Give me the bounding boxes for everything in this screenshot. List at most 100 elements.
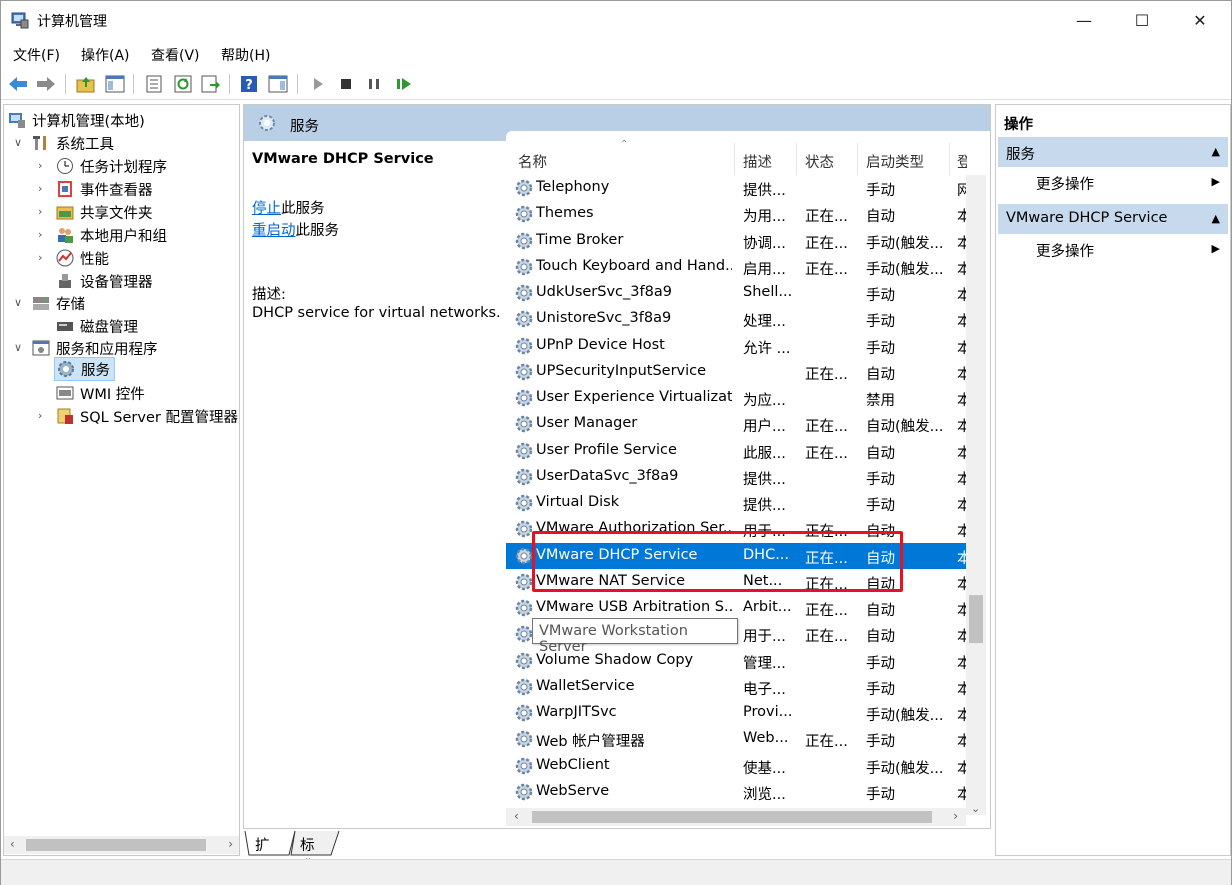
service-startup-type-cell: 自动(触发... xyxy=(866,419,944,436)
service-row[interactable]: UnistoreSvc_3f8a9处理...手动本 xyxy=(506,306,978,332)
service-status-cell: 正在... xyxy=(805,419,848,436)
maximize-button[interactable]: ☐ xyxy=(1113,1,1171,39)
services-horizontal-scrollbar[interactable]: ‹ › xyxy=(506,808,966,826)
tree-root[interactable]: 计算机管理(本地) xyxy=(8,109,145,131)
show-action-pane-button[interactable] xyxy=(267,73,289,95)
chevron-down-icon[interactable]: ∨ xyxy=(14,136,22,149)
column-header-logon[interactable]: 登 xyxy=(957,147,967,175)
pause-service-button[interactable] xyxy=(363,73,385,95)
column-header-startup-type[interactable]: 启动类型 xyxy=(866,147,924,175)
export-list-button[interactable] xyxy=(200,73,222,95)
scroll-thumb[interactable] xyxy=(969,595,983,643)
refresh-button[interactable] xyxy=(172,73,194,95)
menu-help[interactable]: 帮助(H) xyxy=(221,45,270,65)
stop-service-button[interactable] xyxy=(335,73,357,95)
back-button[interactable] xyxy=(7,73,29,95)
minimize-button[interactable]: — xyxy=(1055,1,1113,39)
more-actions-services[interactable]: 更多操作 xyxy=(1036,173,1094,194)
service-row[interactable]: UPnP Device Host允许 ...手动本 xyxy=(506,333,978,359)
tab-standard[interactable]: 标准 xyxy=(300,831,315,875)
start-service-button[interactable] xyxy=(307,73,329,95)
tree-item-disk-management[interactable]: 磁盘管理 xyxy=(56,315,138,337)
menu-view[interactable]: 查看(V) xyxy=(151,45,200,65)
scroll-right-icon[interactable]: › xyxy=(953,809,958,823)
scroll-thumb[interactable] xyxy=(532,811,932,823)
scroll-right-icon[interactable]: › xyxy=(228,837,233,851)
scroll-thumb[interactable] xyxy=(26,839,206,851)
service-row[interactable]: User Manager用户...正在...自动(触发...本 xyxy=(506,411,978,437)
service-row[interactable]: Touch Keyboard and Hand... 启用... 正在... 手动(触… xyxy=(506,254,978,280)
restart-service-button[interactable] xyxy=(393,73,415,95)
forward-button[interactable] xyxy=(35,73,57,95)
actions-section-vmware-dhcp[interactable]: VMware DHCP Service ▲ xyxy=(998,204,1228,234)
shared-folder-icon xyxy=(56,203,74,221)
toolbar-separator xyxy=(133,74,134,94)
column-divider[interactable] xyxy=(796,143,797,175)
service-description-cell: 提供... xyxy=(743,498,786,514)
service-row[interactable]: WalletService电子...手动本 xyxy=(506,674,978,700)
chevron-right-icon[interactable]: › xyxy=(38,228,42,241)
tree-item-event-viewer[interactable]: 事件查看器 xyxy=(56,178,153,200)
service-row[interactable]: Virtual Disk提供...手动本 xyxy=(506,490,978,516)
service-row[interactable]: User Experience Virtualizat...为应...禁用本 xyxy=(506,385,978,411)
gear-icon xyxy=(514,441,534,461)
chevron-right-icon[interactable]: › xyxy=(38,182,42,195)
help-button[interactable]: ? xyxy=(238,73,260,95)
chevron-down-icon[interactable]: ∨ xyxy=(14,296,22,309)
column-header-status[interactable]: 状态 xyxy=(805,147,834,175)
chevron-down-icon[interactable]: ∨ xyxy=(14,341,22,354)
more-actions-vmware-dhcp[interactable]: 更多操作 xyxy=(1036,240,1094,261)
show-hide-tree-button[interactable] xyxy=(104,73,126,95)
up-folder-button[interactable] xyxy=(75,73,97,95)
tree-item-shared-folders[interactable]: 共享文件夹 xyxy=(56,201,153,223)
stop-service-link[interactable]: 停止 xyxy=(252,201,281,217)
menu-file[interactable]: 文件(F) xyxy=(13,45,60,65)
close-button[interactable]: ✕ xyxy=(1171,1,1229,39)
column-divider[interactable] xyxy=(734,143,735,175)
tree-item-sql-server[interactable]: SQL Server 配置管理器 xyxy=(56,405,238,427)
tree-item-task-scheduler[interactable]: 任务计划程序 xyxy=(56,155,167,177)
services-vertical-scrollbar[interactable]: ⌄ xyxy=(966,175,986,815)
refresh-icon xyxy=(174,75,192,93)
column-divider[interactable] xyxy=(857,143,858,175)
service-row[interactable]: Time Broker协调...正在...手动(触发...本 xyxy=(506,228,978,254)
service-row[interactable]: UdkUserSvc_3f8a9Shell...手动本 xyxy=(506,280,978,306)
tree-item-wmi[interactable]: WMI 控件 xyxy=(56,382,145,404)
scroll-left-icon[interactable]: ‹ xyxy=(514,809,519,823)
tree-item-performance[interactable]: 性能 xyxy=(56,247,109,269)
service-row[interactable]: Web 帐户管理器Web...正在...手动本 xyxy=(506,726,978,752)
actions-section-services[interactable]: 服务 ▲ xyxy=(998,137,1228,167)
chevron-right-icon[interactable]: › xyxy=(38,205,42,218)
service-row[interactable]: UPSecurityInputService正在...自动本 xyxy=(506,359,978,385)
service-row[interactable]: User Profile Service此服...正在...自动本 xyxy=(506,438,978,464)
service-row[interactable]: WebClient使基...手动(触发...本 xyxy=(506,753,978,779)
tree-horizontal-scrollbar[interactable]: ‹ › xyxy=(4,836,239,854)
service-row[interactable]: Themes为用...正在...自动本 xyxy=(506,201,978,227)
chevron-right-icon[interactable]: › xyxy=(38,409,42,422)
properties-button[interactable] xyxy=(143,73,165,95)
tree-item-storage[interactable]: 存储 xyxy=(32,292,85,314)
tree-item-system-tools[interactable]: 系统工具 xyxy=(32,132,114,154)
column-divider[interactable] xyxy=(949,143,950,175)
service-row[interactable]: WebServe浏览...手动本 xyxy=(506,779,978,805)
tree-item-services-apps[interactable]: 服务和应用程序 xyxy=(32,337,158,359)
restart-service-link[interactable]: 重启动 xyxy=(252,223,296,239)
service-row[interactable]: UserDataSvc_3f8a9提供...手动本 xyxy=(506,464,978,490)
chevron-right-icon[interactable]: › xyxy=(38,159,42,172)
scroll-left-icon[interactable]: ‹ xyxy=(10,837,15,851)
tree-item-device-manager[interactable]: 设备管理器 xyxy=(56,270,153,292)
service-row[interactable]: WarpJITSvcProvi...手动(触发...本 xyxy=(506,700,978,726)
tree-item-services[interactable]: 服务 xyxy=(54,357,115,381)
service-row[interactable]: Telephony提供...手动网 xyxy=(506,175,978,201)
action-pane-icon xyxy=(268,75,288,93)
service-startup-type-cell: 手动(触发... xyxy=(866,235,944,252)
menu-action[interactable]: 操作(A) xyxy=(81,45,130,65)
scroll-down-icon[interactable]: ⌄ xyxy=(971,802,980,815)
service-status-cell: 正在... xyxy=(805,445,848,462)
tab-extended[interactable]: 扩展 xyxy=(255,831,270,875)
column-header-description[interactable]: 描述 xyxy=(743,147,772,175)
tools-icon xyxy=(32,134,50,152)
column-header-name[interactable]: 名称 xyxy=(518,147,547,175)
chevron-right-icon[interactable]: › xyxy=(38,251,42,264)
tree-item-local-users[interactable]: 本地用户和组 xyxy=(56,224,167,246)
